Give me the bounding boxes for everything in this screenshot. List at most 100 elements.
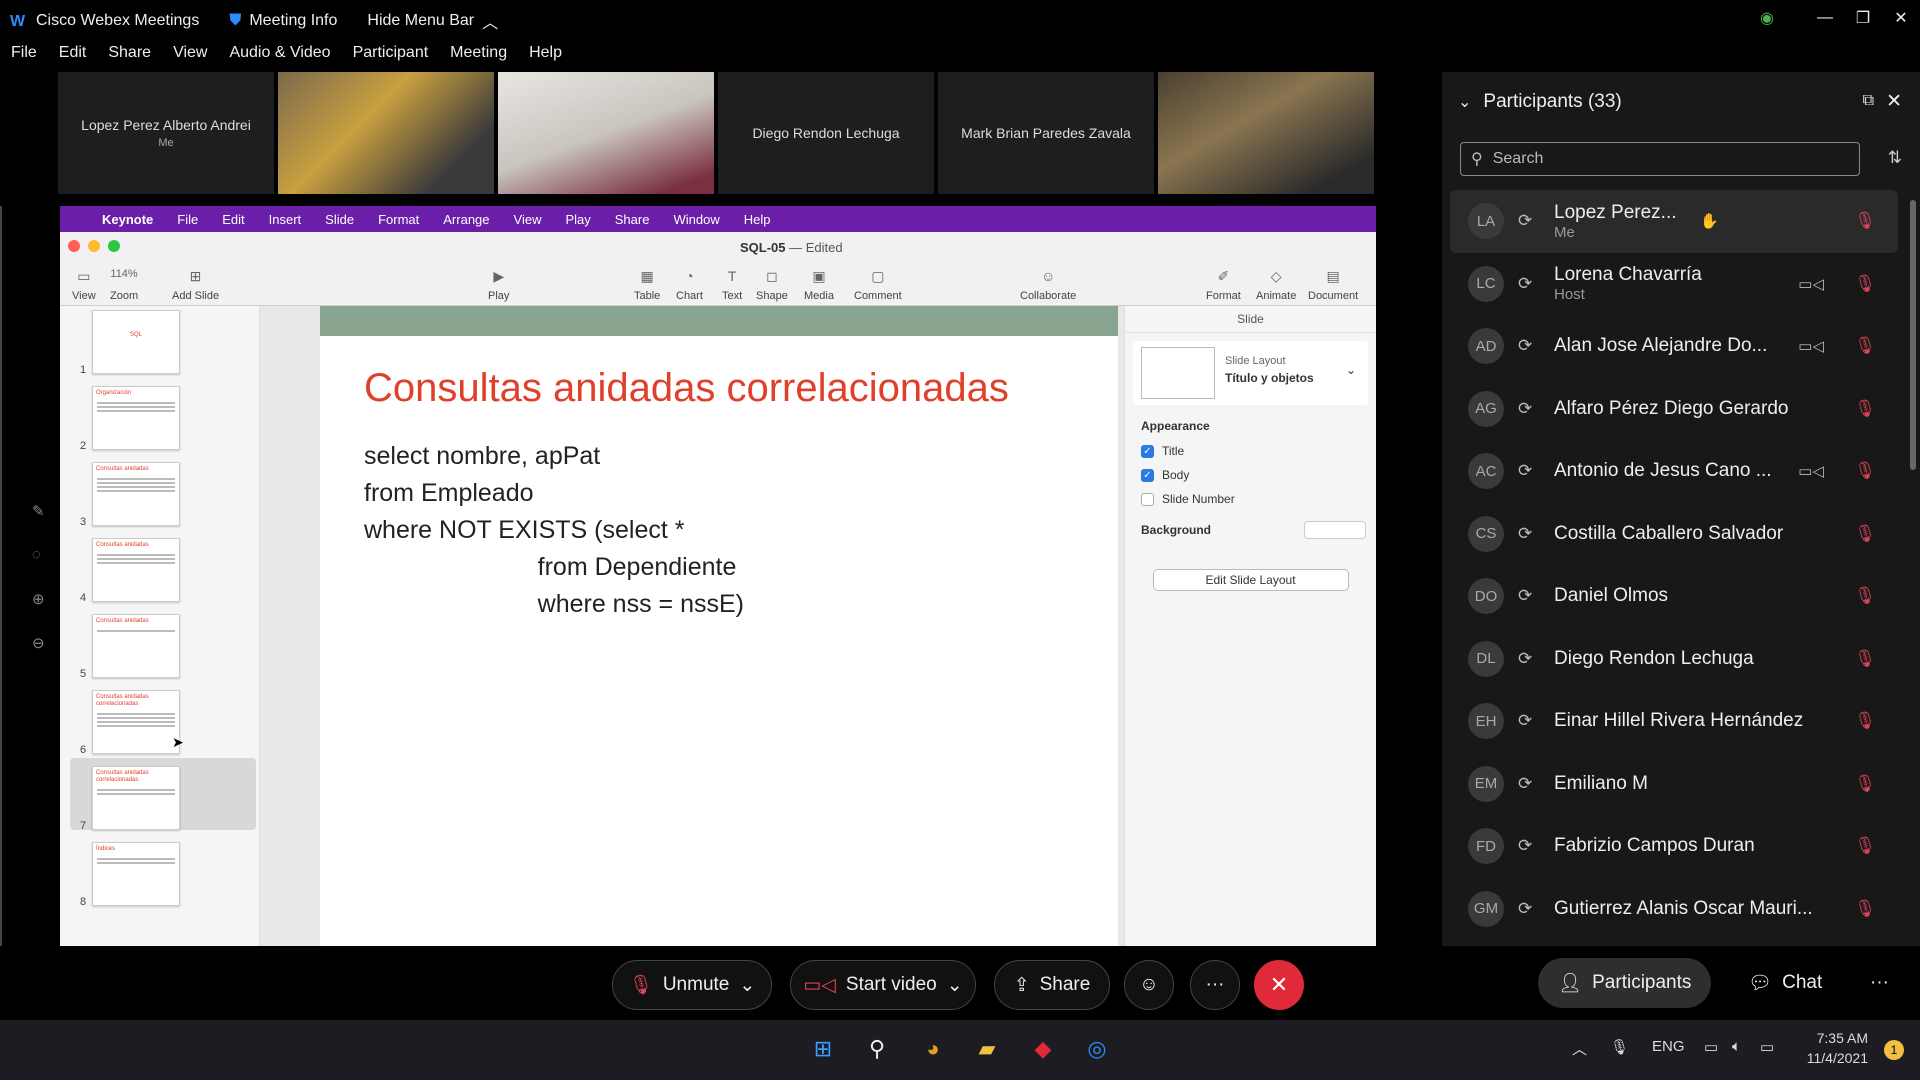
muted-mic-icon[interactable]: 🎙︎ [1854, 274, 1876, 294]
muted-mic-icon[interactable]: 🎙︎ [1854, 524, 1876, 544]
volume-icon[interactable]: 🔈︎ [1732, 1038, 1741, 1055]
keynote-menu-arrange[interactable]: Arrange [443, 212, 489, 227]
video-tile[interactable] [1158, 72, 1374, 194]
close-icon[interactable]: ✕ [1886, 90, 1902, 113]
view-button[interactable]: ▭ View [72, 268, 96, 302]
laser-icon[interactable]: ◌ [32, 546, 41, 563]
menu-participant[interactable]: Participant [342, 44, 440, 70]
add-slide-button[interactable]: ⊞ Add Slide [172, 268, 219, 302]
chrome-icon[interactable]: ◕ [916, 1032, 950, 1066]
zoom-in-icon[interactable]: ⊕ [32, 590, 45, 608]
video-tile[interactable]: Diego Rendon Lechuga [718, 72, 934, 194]
share-button[interactable]: ⇪ Share [994, 960, 1110, 1010]
background-color-well[interactable] [1304, 521, 1366, 539]
participant-row[interactable]: AG ⟳ Alfaro Pérez Diego Gerardo 🎙︎ [1450, 378, 1898, 441]
keynote-menu-play[interactable]: Play [565, 212, 590, 227]
meeting-info-button[interactable]: ⛊ Meeting Info [229, 12, 337, 30]
menu-audio-video[interactable]: Audio & Video [218, 44, 341, 70]
minimize-button[interactable]: — [1806, 0, 1844, 36]
participant-row[interactable]: LC ⟳ Lorena Chavarría Host ▭◁ 🎙︎ [1450, 253, 1898, 316]
menu-view[interactable]: View [162, 44, 218, 70]
edit-slide-layout-button[interactable]: Edit Slide Layout [1152, 569, 1349, 591]
keynote-menu-app[interactable]: Keynote [102, 212, 153, 227]
close-dot-icon[interactable] [68, 240, 80, 252]
participant-row[interactable]: GM ⟳ Gutierrez Alanis Oscar Mauri... 🎙︎ [1450, 878, 1898, 941]
muted-mic-icon[interactable]: 🎙︎ [1854, 836, 1876, 856]
menu-edit[interactable]: Edit [48, 44, 98, 70]
body-checkbox[interactable]: ✓ Body [1125, 463, 1376, 487]
microphone-icon[interactable]: 🎙︎ [1610, 1038, 1629, 1056]
keynote-menu-help[interactable]: Help [744, 212, 771, 227]
slide-layout-select[interactable]: Slide Layout Título y objetos ⌄ [1133, 341, 1368, 405]
keynote-menu-insert[interactable]: Insert [269, 212, 302, 227]
background-row[interactable]: Background [1125, 511, 1376, 549]
animate-button[interactable]: ◇ Animate [1256, 268, 1296, 302]
shape-button[interactable]: ◻ Shape [756, 268, 788, 302]
chevron-down-icon[interactable]: ⌄ [947, 974, 963, 997]
notification-badge[interactable]: 1 [1884, 1040, 1904, 1060]
restore-button[interactable]: ❐ [1844, 0, 1882, 36]
keynote-menu-edit[interactable]: Edit [222, 212, 244, 227]
participant-row[interactable]: EM ⟳ Emiliano M 🎙︎ [1450, 753, 1898, 816]
participant-row[interactable]: DL ⟳ Diego Rendon Lechuga 🎙︎ [1450, 628, 1898, 691]
muted-mic-icon[interactable]: 🎙︎ [1854, 649, 1876, 669]
muted-mic-icon[interactable]: 🎙︎ [1854, 211, 1876, 231]
participant-row[interactable]: LA ⟳ Lopez Perez... Me ✋ 🎙︎ [1450, 190, 1898, 253]
muted-mic-icon[interactable]: 🎙︎ [1854, 899, 1876, 919]
media-button[interactable]: ▣ Media [804, 268, 834, 302]
menu-share[interactable]: Share [97, 44, 162, 70]
annotate-icon[interactable]: ✎ [32, 502, 45, 520]
webex-taskbar-icon[interactable]: ◎ [1080, 1032, 1114, 1066]
play-button[interactable]: ▶ Play [488, 268, 509, 302]
language-indicator[interactable]: ENG [1652, 1038, 1685, 1055]
menu-help[interactable]: Help [518, 44, 573, 70]
close-window-button[interactable]: ✕ [1882, 0, 1920, 36]
keynote-menu-format[interactable]: Format [378, 212, 419, 227]
anydesk-icon[interactable]: ◆ [1026, 1032, 1060, 1066]
menu-file[interactable]: File [0, 44, 48, 70]
zoom-out-icon[interactable]: ⊖ [32, 634, 45, 652]
slide-thumbnail[interactable]: Organización [92, 386, 180, 450]
pop-out-icon[interactable]: ⧉ [1863, 92, 1874, 110]
slide-thumbnail[interactable]: Consultas anidadas [92, 614, 180, 678]
file-explorer-icon[interactable]: ▰ [970, 1032, 1004, 1066]
participant-row[interactable]: DO ⟳ Daniel Olmos 🎙︎ [1450, 565, 1898, 628]
participant-row[interactable]: CS ⟳ Costilla Caballero Salvador 🎙︎ [1450, 503, 1898, 566]
sort-icon[interactable]: ⇅ [1888, 148, 1902, 168]
slide-thumbnail[interactable]: SQL [92, 310, 180, 374]
chat-tab-button[interactable]: 💬︎ Chat [1728, 958, 1842, 1008]
participant-row[interactable]: AC ⟳ Antonio de Jesus Cano ... ▭◁ 🎙︎ [1450, 440, 1898, 503]
zoom-select[interactable]: 114% Zoom [110, 268, 138, 302]
participant-search-input[interactable]: ⚲ Search [1460, 142, 1860, 176]
video-tile[interactable] [278, 72, 494, 194]
battery-icon[interactable]: ▭ [1760, 1038, 1774, 1056]
collaborate-button[interactable]: ☺ Collaborate [1020, 268, 1076, 302]
activity-icon[interactable]: ◉ [1748, 0, 1786, 36]
leave-meeting-button[interactable]: ✕ [1254, 960, 1304, 1010]
participant-row[interactable]: FD ⟳ Fabrizio Campos Duran 🎙︎ [1450, 815, 1898, 878]
muted-mic-icon[interactable]: 🎙︎ [1854, 774, 1876, 794]
slide[interactable]: Consultas anidadas correlacionadas selec… [320, 306, 1118, 946]
search-icon[interactable]: ⚲ [860, 1032, 894, 1066]
muted-mic-icon[interactable]: 🎙︎ [1854, 586, 1876, 606]
keynote-menu-share[interactable]: Share [615, 212, 650, 227]
slide-thumbnail[interactable]: Consultas anidadas [92, 538, 180, 602]
keynote-menu-window[interactable]: Window [673, 212, 719, 227]
muted-mic-icon[interactable]: 🎙︎ [1854, 711, 1876, 731]
format-button[interactable]: ✐ Format [1206, 268, 1241, 302]
minimize-dot-icon[interactable] [88, 240, 100, 252]
menu-meeting[interactable]: Meeting [439, 44, 518, 70]
table-button[interactable]: ▦ Table [634, 268, 660, 302]
chevron-down-icon[interactable]: ⌄ [1458, 92, 1471, 112]
video-tile[interactable] [498, 72, 714, 194]
document-button[interactable]: ▤ Document [1308, 268, 1358, 302]
start-video-button[interactable]: ▭◁ Start video ⌄ [790, 960, 976, 1010]
text-button[interactable]: T Text [722, 268, 742, 302]
zoom-dot-icon[interactable] [108, 240, 120, 252]
chart-button[interactable]: ◔ Chart [676, 268, 703, 302]
slide-number-checkbox[interactable]: Slide Number [1125, 487, 1376, 511]
slide-thumbnail[interactable]: Consultas anidadas correlacionadas [92, 690, 180, 754]
participant-row[interactable]: EH ⟳ Einar Hillel Rivera Hernández 🎙︎ [1450, 690, 1898, 753]
title-checkbox[interactable]: ✓ Title [1125, 439, 1376, 463]
participant-row[interactable]: AD ⟳ Alan Jose Alejandre Do... ▭◁ 🎙︎ [1450, 315, 1898, 378]
